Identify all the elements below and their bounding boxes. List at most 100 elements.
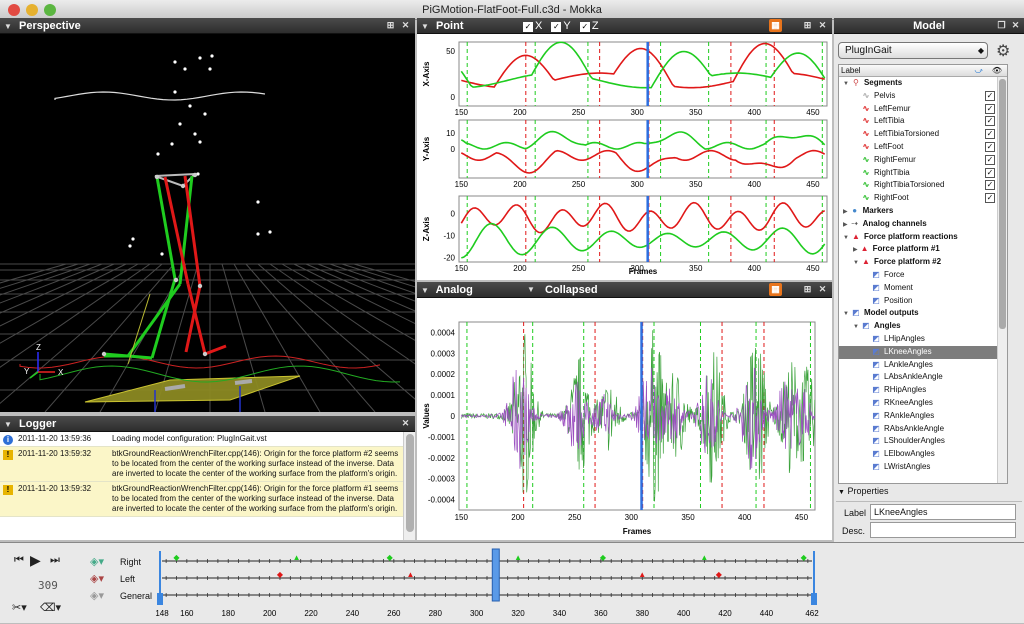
tree-item[interactable]: ▼ ▲ Force platform #2 (839, 256, 1007, 269)
tree-item[interactable]: ◩ LShoulderAngles (839, 435, 1007, 448)
tree-item[interactable]: ◩ LAbsAnkleAngle (839, 371, 1007, 384)
expand-arrow-icon[interactable]: ▼ (853, 324, 859, 330)
check-y[interactable]: ✓ Y (551, 20, 576, 32)
limb-segment (126, 283, 182, 357)
x-tick-label: 350 (689, 108, 703, 117)
panel-menu-icon[interactable]: ▼ (421, 19, 429, 35)
analog-icon: ⇢ (851, 218, 858, 228)
tree-item[interactable]: ◩ RAbsAnkleAngle (839, 423, 1007, 436)
panel-menu-icon[interactable]: ▼ (421, 283, 429, 299)
tree-item[interactable]: ◩ LElbowAngles (839, 448, 1007, 461)
close-window-button[interactable] (8, 4, 20, 16)
tree-item[interactable]: ◩ RKneeAngles (839, 397, 1007, 410)
marker-point (170, 142, 174, 146)
joint-marker (180, 183, 186, 189)
marker-point (208, 67, 212, 71)
tree-scrollbar[interactable] (997, 77, 1007, 483)
tree-item[interactable]: ▶ ● Markers (839, 205, 1007, 218)
tree-item[interactable]: ▼ ⚲ Segments (839, 77, 1007, 90)
minimize-window-button[interactable] (26, 4, 38, 16)
close-panel-icon[interactable]: ✕ (1009, 19, 1022, 32)
gear-icon[interactable]: ⚙ (996, 41, 1010, 61)
close-panel-icon[interactable]: ✕ (399, 417, 412, 430)
export-icon[interactable]: ▦ (769, 283, 782, 296)
tree-item[interactable]: ∿ RightFemur ✓ (839, 154, 1007, 167)
tree-scroll-thumb[interactable] (999, 79, 1006, 329)
plot-frame (458, 41, 828, 107)
tree-item[interactable]: ◩ RHipAngles (839, 384, 1007, 397)
check-x[interactable]: ✓ X (523, 20, 548, 32)
expand-arrow-icon[interactable]: ▼ (843, 311, 849, 317)
tree-item[interactable]: ∿ RightTibia ✓ (839, 167, 1007, 180)
log-entry[interactable]: ! 2011-11-20 13:59:32 btkGroundReactionWre… (0, 482, 403, 517)
zoom-window-button[interactable] (44, 4, 56, 16)
tree-item[interactable]: ▼ ▲ Force platform reactions (839, 231, 1007, 244)
visibility-checkbox[interactable]: ✓ (985, 129, 995, 140)
y-tick-label: -20 (443, 254, 455, 263)
gait-event-marker: ▲ (700, 553, 708, 562)
panel-menu-icon[interactable]: ▼ (4, 417, 12, 433)
frame-tick-label: 440 (760, 609, 774, 618)
tree-item[interactable]: ◩ Moment (839, 282, 1007, 295)
close-panel-icon[interactable]: ✕ (399, 19, 412, 32)
expand-arrow-icon[interactable]: ▼ (853, 260, 859, 266)
point-plot-area[interactable]: 50 0 X-Axis 150 200 250 300 350 400 450 10 0 Y-Axis 1… (417, 34, 832, 280)
panel-menu-icon[interactable]: ▼ (4, 19, 12, 35)
visibility-checkbox[interactable]: ✓ (985, 193, 995, 204)
tree-item[interactable]: ◩ LWristAngles (839, 461, 1007, 474)
log-entry[interactable]: i 2011-11-20 13:59:36 Loading model config… (0, 432, 403, 447)
split-icon[interactable]: ⊞ (801, 19, 814, 32)
tree-item[interactable]: ◩ Position (839, 295, 1007, 308)
logger-scroll-thumb[interactable] (406, 434, 414, 532)
log-entry[interactable]: ! 2011-11-20 13:59:32 btkGroundReactionWre… (0, 447, 403, 482)
expand-arrow-icon[interactable]: ▶ (843, 209, 848, 215)
visibility-checkbox[interactable]: ✓ (985, 154, 995, 165)
analog-mode[interactable]: Collapsed (545, 282, 598, 298)
tree-item[interactable]: ▼ ◩ Model outputs (839, 307, 1007, 320)
close-panel-icon[interactable]: ✕ (816, 19, 829, 32)
joint-marker (197, 283, 203, 289)
tree-item[interactable]: ◩ LKneeAngles (839, 345, 1007, 359)
timeline-tracks[interactable]: ◆ ▲ ◆ ▲ ◆ ▲ ◆ ◆ ▲ ▲ ◆ 148 160 180 200 220 240 260 280 300 32… (0, 543, 1024, 624)
check-z[interactable]: ✓ Z (579, 20, 605, 32)
visibility-checkbox[interactable]: ✓ (985, 116, 995, 127)
tree-item[interactable]: ▶ ▲ Force platform #1 (839, 243, 1007, 256)
split-icon[interactable]: ⊞ (384, 19, 397, 32)
properties-header[interactable]: ▼ Properties (838, 486, 888, 496)
desc-field[interactable] (870, 522, 1016, 538)
tree-item[interactable]: ∿ LeftFoot ✓ (839, 141, 1007, 154)
model-selector[interactable]: PlugInGait ◆ (838, 42, 988, 59)
logger-scrollbar[interactable] (403, 432, 415, 540)
tree-item[interactable]: ∿ RightFoot ✓ (839, 192, 1007, 205)
close-panel-icon[interactable]: ✕ (816, 283, 829, 296)
expand-arrow-icon[interactable]: ▼ (843, 81, 849, 87)
analog-mode-menu-icon[interactable]: ▼ (527, 282, 535, 298)
tree-item[interactable]: ◩ Force (839, 269, 1007, 282)
split-icon[interactable]: ⊞ (801, 283, 814, 296)
tree-item[interactable]: ∿ LeftTibia ✓ (839, 115, 1007, 128)
visibility-checkbox[interactable]: ✓ (985, 90, 995, 101)
visibility-checkbox[interactable]: ✓ (985, 141, 995, 152)
analog-plot-area[interactable]: 0.0004 0.0003 0.0002 0.0001 0 -0.0001 -0.0002 -… (417, 298, 832, 540)
tree-item[interactable]: ▶ ⇢ Analog channels (839, 218, 1007, 231)
float-panel-icon[interactable]: ❐ (995, 19, 1008, 32)
tree-item[interactable]: ◩ LAnkleAngles (839, 359, 1007, 372)
visibility-checkbox[interactable]: ✓ (985, 167, 995, 178)
expand-arrow-icon[interactable]: ▶ (853, 247, 858, 253)
tree-item[interactable]: ∿ LeftFemur ✓ (839, 103, 1007, 116)
export-icon[interactable]: ▦ (769, 19, 782, 32)
tree-item[interactable]: ▼ ◩ Angles (839, 320, 1007, 333)
tree-item[interactable]: ∿ RightTibiaTorsioned ✓ (839, 179, 1007, 192)
expand-arrow-icon[interactable]: ▼ (843, 235, 849, 241)
label-field[interactable]: LKneeAngles (870, 504, 1016, 520)
3d-viewport[interactable]: Z X Y (0, 34, 415, 412)
graph-icon: ◩ (872, 385, 880, 395)
y-axis-label: X-Axis (422, 61, 431, 86)
visibility-checkbox[interactable]: ✓ (985, 180, 995, 191)
tree-item[interactable]: ∿ LeftTibiaTorsioned ✓ (839, 128, 1007, 141)
tree-item[interactable]: ∿ Pelvis ✓ (839, 90, 1007, 103)
tree-item[interactable]: ◩ LHipAngles (839, 333, 1007, 346)
expand-arrow-icon[interactable]: ▶ (843, 222, 848, 228)
visibility-checkbox[interactable]: ✓ (985, 103, 995, 114)
tree-item[interactable]: ◩ RAnkleAngles (839, 410, 1007, 423)
